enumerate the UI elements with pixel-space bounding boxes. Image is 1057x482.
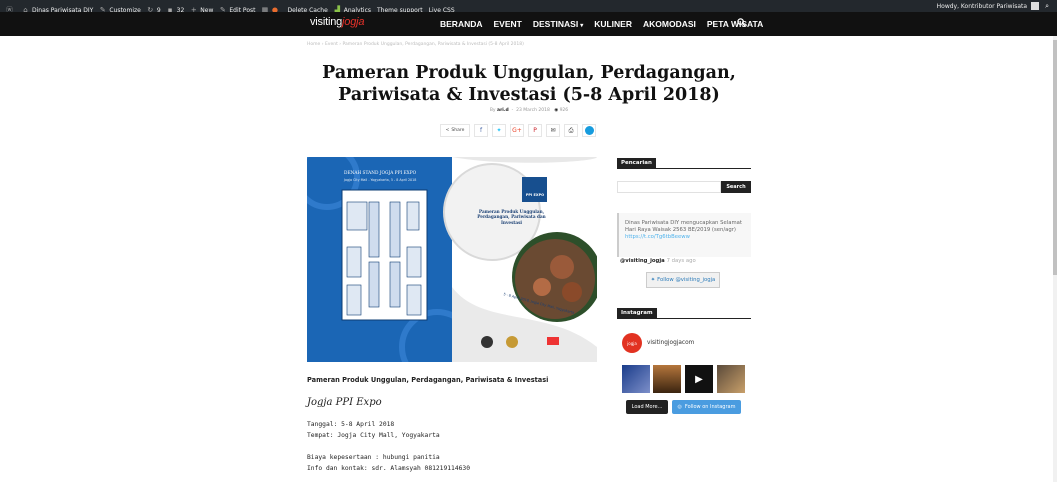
load-more-button[interactable]: Load More... xyxy=(626,400,668,414)
logo-text-jogja: jogja xyxy=(342,16,365,28)
pinterest-icon: P xyxy=(533,127,537,134)
howdy-label: Howdy, Kontributor Pariwisata xyxy=(936,2,1028,10)
facebook-icon: f xyxy=(479,127,483,134)
follow-instagram-button[interactable]: ◎ Follow on Instagram xyxy=(672,400,741,414)
instagram-thumb-3[interactable]: ▶ xyxy=(685,365,713,393)
poster-graphic xyxy=(307,157,597,362)
chevron-down-icon: ▾ xyxy=(580,23,584,29)
poster-expo-logo: PPI EXPO xyxy=(525,193,545,197)
twitter-follow-button[interactable]: ✦ Follow @visiting_jogja xyxy=(646,272,720,288)
image-caption: Pameran Produk Unggulan, Perdagangan, Pa… xyxy=(307,376,549,384)
article-line-date: Tanggal: 5-8 April 2018 xyxy=(307,421,395,428)
pinterest-share-button[interactable]: P xyxy=(528,124,542,137)
tweet-link[interactable]: https://t.co/Tg6tbBeeww xyxy=(625,234,690,240)
email-icon: ✉ xyxy=(550,127,556,134)
menu-item-event[interactable]: EVENT xyxy=(494,19,522,29)
share-button[interactable]: < Share xyxy=(440,124,470,137)
print-icon: ⎙ xyxy=(568,126,574,134)
page-scrollbar-thumb[interactable] xyxy=(1053,40,1057,275)
featured-image[interactable]: DENAH STAND JOGJA PPI EXPO Jogja City Ma… xyxy=(307,157,597,362)
eye-icon: ◉ xyxy=(554,108,559,113)
search-input[interactable] xyxy=(617,181,721,193)
article-line-fee: Biaya kepesertaan : hubungi panitia xyxy=(307,454,440,461)
instagram-profile[interactable]: jogja visitingjogjacom xyxy=(622,333,694,353)
article-line-contact: Info dan kontak: sdr. Alamsyah 081219114… xyxy=(307,465,471,472)
menu-item-destinasi[interactable]: DESTINASI ▾ xyxy=(533,19,583,29)
facebook-share-button[interactable]: f xyxy=(474,124,488,137)
post-author[interactable]: ari.d xyxy=(497,108,509,113)
instagram-widget-divider xyxy=(617,318,751,319)
breadcrumb[interactable]: Home › Event › Pameran Produk Unggulan, … xyxy=(307,42,524,47)
search-button[interactable]: Search xyxy=(721,181,751,193)
tweet-text: Dinas Pariwisata DIY mengucapkan Selamat… xyxy=(625,220,742,233)
share-icon: < xyxy=(445,128,450,133)
poster-right-title: Pameran Produk Unggulan, Perdagangan, Pa… xyxy=(477,209,546,225)
email-share-button[interactable]: ✉ xyxy=(546,124,560,137)
main-menu: BERANDA EVENT DESTINASI ▾ KULINER AKOMODA… xyxy=(440,19,763,29)
article-line-venue: Tempat: Jogja City Mall, Yogyakarta xyxy=(307,432,440,439)
menu-item-akomodasi[interactable]: AKOMODASI xyxy=(643,19,696,29)
search-widget-title: Pencarian xyxy=(617,158,656,168)
tweet-user[interactable]: @visiting_jogja xyxy=(620,258,665,264)
telegram-share-button[interactable] xyxy=(582,124,596,137)
share-label: Share xyxy=(451,128,465,133)
menu-item-beranda[interactable]: BERANDA xyxy=(440,19,483,29)
tweet-card: Dinas Pariwisata DIY mengucapkan Selamat… xyxy=(617,213,751,257)
instagram-thumb-1[interactable] xyxy=(622,365,650,393)
menu-item-kuliner[interactable]: KULINER xyxy=(594,19,632,29)
nav-search-icon[interactable] xyxy=(737,18,746,30)
post-date: 23 March 2018 xyxy=(516,108,550,113)
twitter-icon: ✦ xyxy=(496,127,502,134)
page-title: Pameran Produk Unggulan, Perdagangan, Pa… xyxy=(322,63,736,105)
meta-by: By xyxy=(489,108,496,113)
play-icon: ▶ xyxy=(695,373,703,385)
share-bar: < Share f ✦ G+ P ✉ ⎙ xyxy=(440,124,596,137)
follow-instagram-label: Follow on Instagram xyxy=(684,404,736,410)
twitter-follow-label: Follow @visiting_jogja xyxy=(657,277,716,283)
twitter-share-button[interactable]: ✦ xyxy=(492,124,506,137)
post-meta: By ari.d - 23 March 2018 ◉ 926 xyxy=(489,108,569,113)
post-views: 926 xyxy=(559,108,569,113)
tweet-meta: @visiting_jogja 7 days ago xyxy=(620,258,696,264)
instagram-thumb-4[interactable] xyxy=(717,365,745,393)
poster-denah-title: DENAH STAND JOGJA PPI EXPO xyxy=(344,171,417,176)
menu-item-peta-wisata[interactable]: PETA WISATA xyxy=(707,19,763,29)
googleplus-icon: G+ xyxy=(512,127,522,134)
twitter-bird-icon: ✦ xyxy=(650,277,656,283)
telegram-icon xyxy=(584,126,594,135)
site-logo[interactable]: visitingjogja xyxy=(310,16,364,28)
instagram-widget-title: Instagram xyxy=(617,308,657,318)
print-share-button[interactable]: ⎙ xyxy=(564,124,578,137)
poster-denah-sub: Jogja City Mall - Yogyakarta, 5 - 8 Apri… xyxy=(344,178,417,182)
search-widget-divider xyxy=(617,168,751,169)
instagram-username: visitingjogjacom xyxy=(647,340,695,346)
instagram-icon: ◎ xyxy=(677,404,682,410)
instagram-thumb-2[interactable] xyxy=(653,365,681,393)
logo-text-visiting: visiting xyxy=(310,16,343,28)
account-menu[interactable]: Howdy, Kontributor Pariwisata ⌕ xyxy=(937,0,1049,12)
tweet-ago: 7 days ago xyxy=(666,258,696,264)
event-signature: Jogja PPI Expo xyxy=(307,397,382,408)
avatar xyxy=(1031,2,1040,10)
admin-search-icon[interactable]: ⌕ xyxy=(1045,2,1049,11)
menu-item-destinasi-label: DESTINASI xyxy=(532,19,579,29)
googleplus-share-button[interactable]: G+ xyxy=(510,124,524,137)
instagram-avatar: jogja xyxy=(622,333,642,353)
